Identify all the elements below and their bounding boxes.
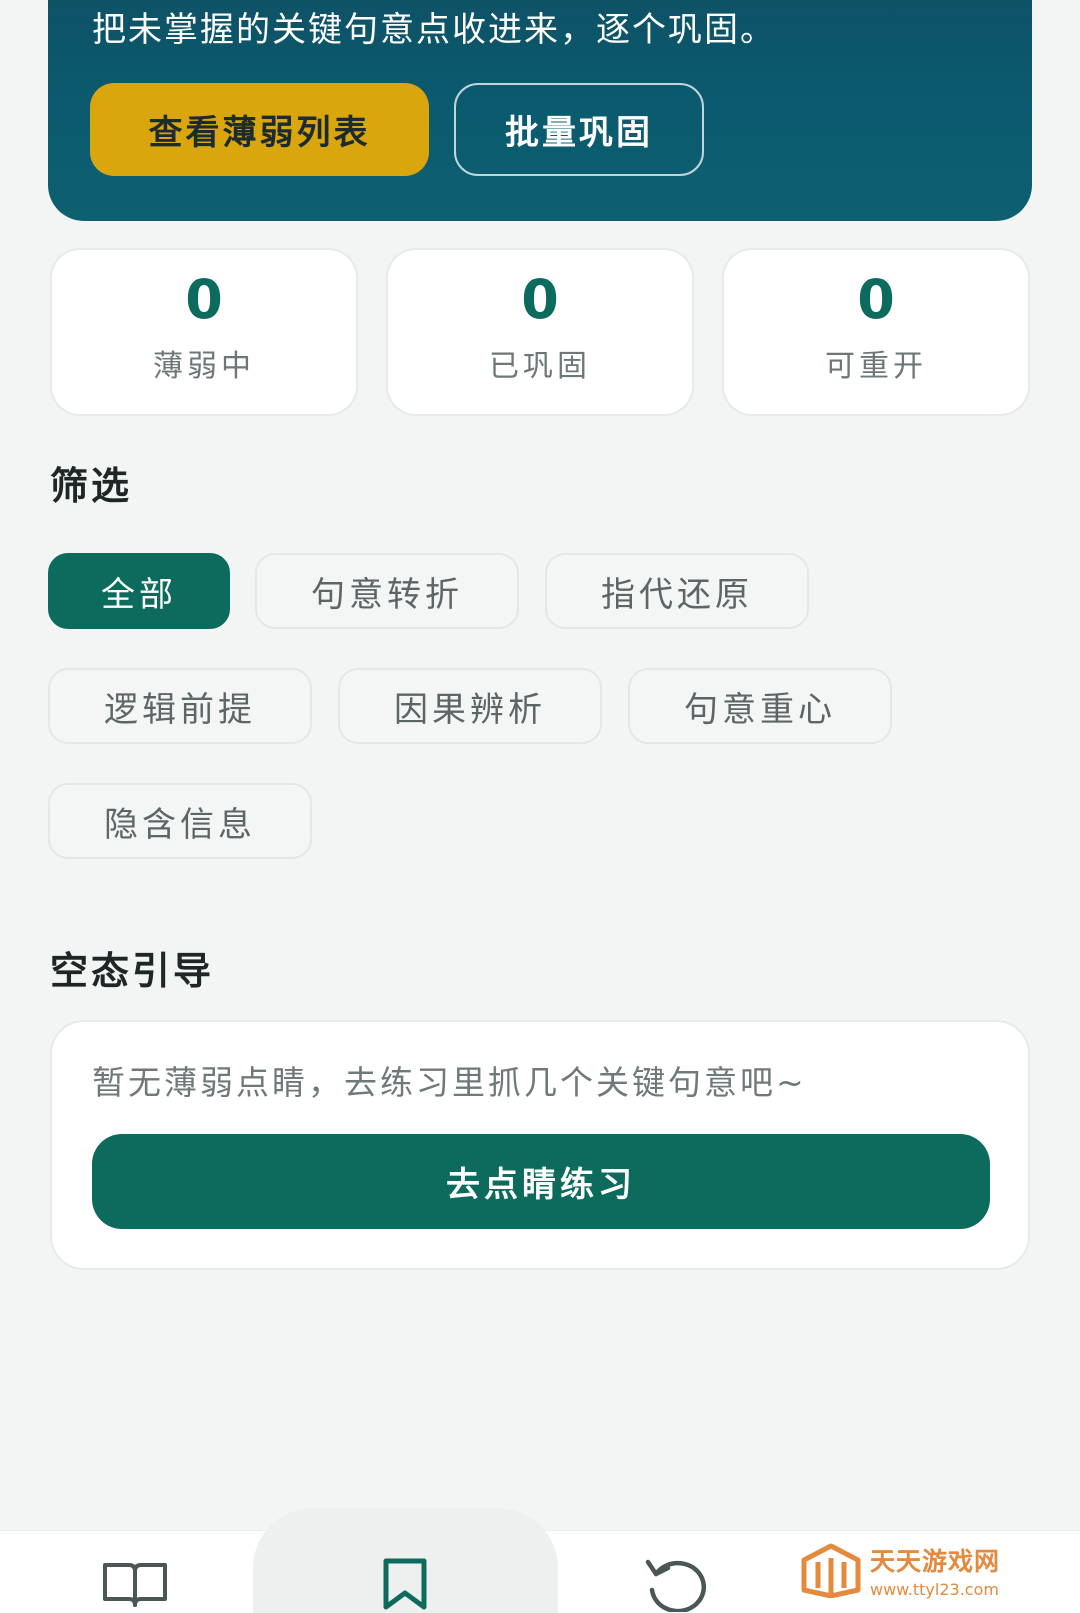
stat-card-weak: 0 薄弱中 xyxy=(50,248,358,416)
bookmark-icon xyxy=(383,1558,427,1610)
filter-chip-implicit-info[interactable]: 隐含信息 xyxy=(48,783,312,859)
stat-value: 0 xyxy=(185,268,223,331)
filter-chip-sentence-focus[interactable]: 句意重心 xyxy=(628,668,892,744)
watermark-logo-icon xyxy=(801,1543,861,1598)
empty-state-text: 暂无薄弱点睛，去练习里抓几个关键句意吧~ xyxy=(92,1063,807,1102)
stat-label: 薄弱中 xyxy=(153,349,255,384)
batch-consolidate-button[interactable]: 批量巩固 xyxy=(454,83,704,176)
banner-subtitle: 把未掌握的关键句意点收进来，逐个巩固。 xyxy=(92,10,776,50)
watermark-title: 天天游戏网 xyxy=(870,1546,1001,1576)
watermark: 天天游戏网 www.ttyl23.com xyxy=(800,1530,1070,1610)
filter-title: 筛选 xyxy=(50,464,133,508)
stat-value: 0 xyxy=(857,268,895,331)
stat-value: 0 xyxy=(521,268,559,331)
view-weak-list-button[interactable]: 查看薄弱列表 xyxy=(90,83,429,176)
stat-label: 已巩固 xyxy=(489,349,591,384)
stat-card-consolidated: 0 已巩固 xyxy=(386,248,694,416)
nav-item-review[interactable] xyxy=(638,1555,710,1613)
nav-item-bookmark[interactable] xyxy=(369,1555,441,1613)
empty-guide-title: 空态引导 xyxy=(50,949,215,993)
book-icon xyxy=(103,1563,167,1607)
refresh-icon xyxy=(645,1559,706,1612)
go-practice-button[interactable]: 去点睛练习 xyxy=(92,1134,990,1229)
filter-chip-sentence-turn[interactable]: 句意转折 xyxy=(255,553,519,629)
filter-chip-logic-premise[interactable]: 逻辑前提 xyxy=(48,668,312,744)
page: 把未掌握的关键句意点收进来，逐个巩固。 查看薄弱列表 批量巩固 0 薄弱中 0 … xyxy=(0,0,1080,1613)
nav-item-book[interactable] xyxy=(99,1555,171,1613)
filter-chip-cause-effect[interactable]: 因果辨析 xyxy=(338,668,602,744)
filter-chip-reference-restore[interactable]: 指代还原 xyxy=(545,553,809,629)
stat-label: 可重开 xyxy=(825,349,927,384)
filter-chip-all[interactable]: 全部 xyxy=(48,553,230,629)
watermark-url: www.ttyl23.com xyxy=(870,1579,999,1599)
empty-state-card: 暂无薄弱点睛，去练习里抓几个关键句意吧~ 去点睛练习 xyxy=(50,1020,1030,1270)
stat-card-reopenable: 0 可重开 xyxy=(722,248,1030,416)
